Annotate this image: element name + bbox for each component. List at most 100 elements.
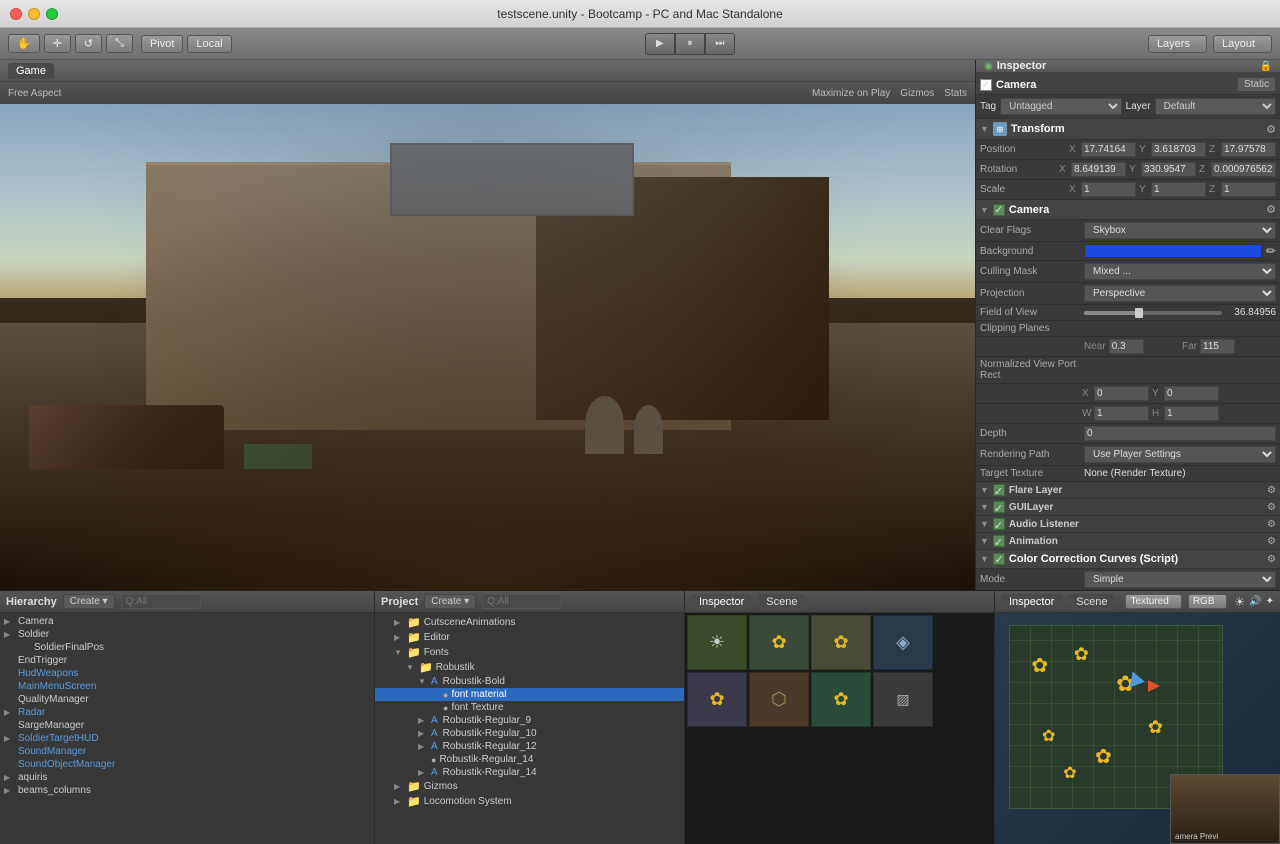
- maximize-button[interactable]: [46, 8, 58, 20]
- inspector-bottom-tab[interactable]: Inspector: [691, 594, 752, 610]
- list-item[interactable]: MainMenuScreen: [0, 680, 374, 693]
- transform-header[interactable]: ▼ ⊞ Transform ⚙: [976, 119, 1280, 140]
- close-button[interactable]: [10, 8, 22, 20]
- object-active-checkbox[interactable]: ✓: [980, 79, 992, 91]
- viewport-y[interactable]: [1164, 386, 1219, 401]
- viewport-h[interactable]: [1164, 406, 1219, 421]
- list-item[interactable]: QualityManager: [0, 693, 374, 706]
- list-item[interactable]: ▶ARobustik-Regular_14: [375, 766, 684, 779]
- flare-layer-settings-icon[interactable]: ⚙: [1267, 485, 1276, 496]
- animation-settings-icon[interactable]: ⚙: [1267, 536, 1276, 547]
- color-correction-settings-icon[interactable]: ⚙: [1267, 554, 1276, 565]
- list-item[interactable]: ▼📁Fonts: [375, 645, 684, 660]
- gizmos-button[interactable]: Gizmos: [900, 88, 934, 99]
- camera-active-checkbox[interactable]: ✓: [993, 204, 1005, 216]
- audio-listener-settings-icon[interactable]: ⚙: [1267, 519, 1276, 530]
- list-item[interactable]: ▶ARobustik-Regular_12: [375, 740, 684, 753]
- list-item[interactable]: ▶aquiris: [0, 771, 374, 784]
- scale-z[interactable]: [1221, 182, 1276, 197]
- step-button[interactable]: ⏭: [705, 33, 735, 55]
- tag-select[interactable]: Untagged: [1000, 98, 1121, 115]
- maximize-on-play-button[interactable]: Maximize on Play: [812, 88, 890, 99]
- clear-flags-select[interactable]: Skybox: [1084, 222, 1276, 239]
- game-tab[interactable]: Game: [8, 63, 54, 79]
- stats-button[interactable]: Stats: [944, 88, 967, 99]
- list-item[interactable]: ▶ARobustik-Regular_9: [375, 714, 684, 727]
- flare-layer-checkbox[interactable]: ✓: [993, 484, 1005, 496]
- depth-input[interactable]: [1084, 426, 1276, 441]
- position-x[interactable]: [1081, 142, 1136, 157]
- layout-dropdown[interactable]: Layout: [1213, 35, 1272, 53]
- rotation-y[interactable]: [1141, 162, 1196, 177]
- list-item[interactable]: ▶Soldier: [0, 628, 374, 641]
- color-correction-checkbox[interactable]: ✓: [993, 553, 1005, 565]
- color-correction-header[interactable]: ▼ ✓ Color Correction Curves (Script) ⚙: [976, 550, 1280, 569]
- rotation-x[interactable]: [1071, 162, 1126, 177]
- guilayer-checkbox[interactable]: ✓: [993, 501, 1005, 513]
- guilayer-settings-icon[interactable]: ⚙: [1267, 502, 1276, 513]
- list-item[interactable]: EndTrigger: [0, 654, 374, 667]
- list-item[interactable]: ▶ARobustik-Regular_10: [375, 727, 684, 740]
- list-item[interactable]: SoldierFinalPos: [0, 641, 374, 654]
- viewport-x[interactable]: [1094, 386, 1149, 401]
- scene-mode-dropdown[interactable]: Textured: [1125, 594, 1181, 609]
- viewport-w[interactable]: [1094, 406, 1149, 421]
- list-item[interactable]: ●Robustik-Regular_14: [375, 753, 684, 766]
- list-item[interactable]: ▶📁CutsceneAnimations: [375, 615, 684, 630]
- scale-tool-button[interactable]: ⤡: [106, 34, 133, 53]
- list-item[interactable]: ▼📁Robustik: [375, 660, 684, 675]
- scene-fx-icon[interactable]: ✦: [1266, 596, 1274, 607]
- cc-mode-select[interactable]: Simple: [1084, 571, 1276, 588]
- layers-dropdown[interactable]: Layers: [1148, 35, 1207, 53]
- play-button[interactable]: ▶: [645, 33, 675, 55]
- pivot-button[interactable]: Pivot: [141, 35, 183, 53]
- list-item[interactable]: ▶📁Locomotion System: [375, 794, 684, 809]
- clipping-far-input[interactable]: [1200, 339, 1235, 354]
- projection-select[interactable]: Perspective: [1084, 285, 1276, 302]
- scene-sun-icon[interactable]: ☀: [1234, 595, 1245, 609]
- project-create-button[interactable]: Create ▾: [424, 594, 476, 609]
- scale-x[interactable]: [1081, 182, 1136, 197]
- audio-listener-checkbox[interactable]: ✓: [993, 518, 1005, 530]
- list-item[interactable]: HudWeapons: [0, 667, 374, 680]
- free-aspect-dropdown[interactable]: Free Aspect: [8, 88, 61, 99]
- local-button[interactable]: Local: [187, 35, 231, 53]
- list-item[interactable]: ●font Texture: [375, 701, 684, 714]
- position-z[interactable]: [1221, 142, 1276, 157]
- list-item[interactable]: ▶📁Gizmos: [375, 779, 684, 794]
- scene-tab-main[interactable]: Scene: [1068, 594, 1115, 610]
- list-item[interactable]: ▶Radar: [0, 706, 374, 719]
- list-item[interactable]: ●font material: [375, 688, 684, 701]
- list-item[interactable]: ▶SoldierTargetHUD: [0, 732, 374, 745]
- background-color-swatch[interactable]: [1084, 244, 1262, 258]
- scale-y[interactable]: [1151, 182, 1206, 197]
- animation-checkbox[interactable]: ✓: [993, 535, 1005, 547]
- transform-settings-icon[interactable]: ⚙: [1266, 123, 1276, 136]
- camera-settings-icon[interactable]: ⚙: [1266, 203, 1276, 216]
- minimize-button[interactable]: [28, 8, 40, 20]
- list-item[interactable]: SargeManager: [0, 719, 374, 732]
- culling-mask-select[interactable]: Mixed ...: [1084, 263, 1276, 280]
- position-y[interactable]: [1151, 142, 1206, 157]
- hierarchy-search-input[interactable]: [121, 594, 201, 609]
- hierarchy-create-button[interactable]: Create ▾: [63, 594, 115, 609]
- pause-button[interactable]: ⏸: [675, 33, 705, 55]
- hand-tool-button[interactable]: ✋: [8, 34, 40, 53]
- clipping-near-input[interactable]: [1109, 339, 1144, 354]
- list-item[interactable]: ▶📁Editor: [375, 630, 684, 645]
- color-picker-icon[interactable]: ✏: [1266, 244, 1276, 258]
- move-tool-button[interactable]: ✛: [44, 34, 71, 53]
- rotation-z[interactable]: [1211, 162, 1276, 177]
- static-button[interactable]: Static: [1237, 77, 1276, 92]
- list-item[interactable]: SoundObjectManager: [0, 758, 374, 771]
- list-item[interactable]: ▼ARobustik-Bold: [375, 675, 684, 688]
- inspector-lock-icon[interactable]: 🔒: [1260, 61, 1272, 72]
- layer-select[interactable]: Default: [1155, 98, 1276, 115]
- rendering-path-select[interactable]: Use Player Settings: [1084, 446, 1276, 463]
- camera-component-header[interactable]: ▼ ✓ Camera ⚙: [976, 200, 1280, 220]
- scene-audio-icon[interactable]: 🔊: [1249, 596, 1261, 607]
- rotate-tool-button[interactable]: ↺: [75, 34, 102, 53]
- inspector-tab-scene[interactable]: Inspector: [1001, 594, 1062, 610]
- list-item[interactable]: ▶beams_columns: [0, 784, 374, 797]
- list-item[interactable]: SoundManager: [0, 745, 374, 758]
